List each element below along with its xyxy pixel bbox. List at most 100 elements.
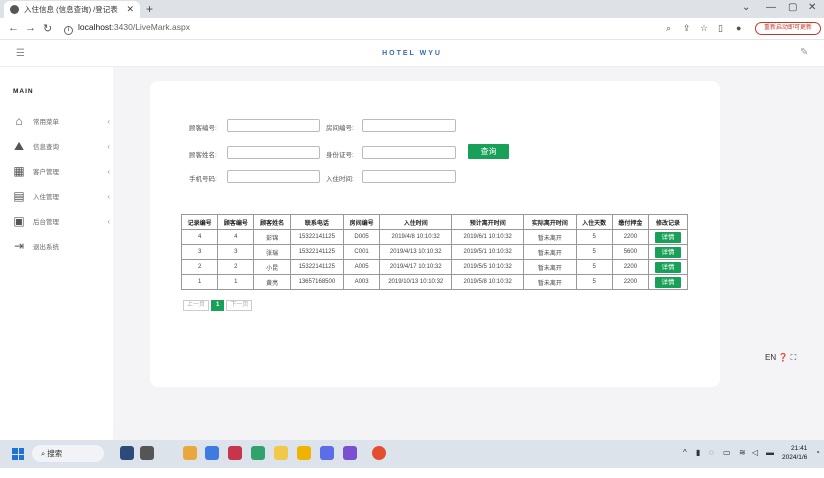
query-button[interactable]: 查询 (468, 144, 509, 159)
taskbar-clock[interactable]: 21:41 2024/1/6 (782, 444, 807, 462)
room-no-label: 房间编号: (326, 125, 354, 132)
col-header: 顾客编号 (217, 214, 255, 230)
chevron-left-icon: ‹ (107, 166, 110, 176)
taskbar-app-icon[interactable] (183, 446, 197, 460)
detail-button[interactable]: 详情 (655, 261, 681, 273)
file-explorer-icon[interactable] (297, 446, 311, 460)
cell-guest-name: 小昆 (253, 259, 291, 275)
page-number-button[interactable]: 1 (211, 300, 225, 311)
profile-icon[interactable]: ● (736, 23, 741, 33)
browser-update-button[interactable]: 重新启动即可更新 (755, 22, 821, 35)
checkin-time-input[interactable] (362, 170, 456, 183)
sidebar-item-label: 信息查询 (33, 144, 59, 151)
os-taskbar: ⌕ 搜索 ^ ▮ ◌ ▭ ≋ ◁ ▬ 21:41 2024/1/6 ◔ (0, 440, 824, 468)
taskbar-app-icon[interactable] (251, 446, 265, 460)
sidebar-item-common-menu[interactable]: ⌂ 常用菜单 ‹ (12, 112, 110, 130)
taskbar-app-icon[interactable] (228, 446, 242, 460)
battery-icon[interactable]: ▬ (766, 448, 774, 457)
zoom-icon[interactable]: ⌕ (666, 23, 671, 34)
forward-icon[interactable]: → (25, 22, 36, 34)
help-icon[interactable]: ❓ (778, 353, 788, 362)
url-host: localhost (78, 22, 112, 32)
url-field[interactable]: i localhost:3430/LiveMark.aspx (64, 22, 190, 35)
sidebar-item-admin[interactable]: ▣ 后台管理 ‹ (12, 212, 110, 230)
back-icon[interactable]: ← (8, 22, 19, 34)
room-no-input[interactable] (362, 119, 456, 132)
cell-action: 详情 (648, 229, 688, 245)
browser-tab[interactable]: 入住信息 (信息查询) /登记表 ✕ (4, 1, 140, 18)
volume-icon[interactable]: ◁ (752, 448, 758, 457)
notification-bell-icon[interactable]: ◔ (815, 448, 820, 457)
sidebar: MAIN ⌂ 常用菜单 ‹ ⛰ 信息查询 ‹ ▦ 客户管理 ‹ ▤ 入住管理 ‹… (0, 67, 113, 440)
windows-start-icon[interactable] (12, 448, 24, 460)
detail-button[interactable]: 详情 (655, 246, 681, 258)
cell-phone: 15322141125 (289, 229, 344, 245)
bookmark-star-icon[interactable]: ☆ (700, 23, 708, 34)
sidebar-item-checkin-mgmt[interactable]: ▤ 入住管理 ‹ (12, 187, 110, 205)
cell-guest-no: 1 (217, 274, 255, 290)
content-card: 顾客编号: 房间编号: 顾客姓名: 身份证号: 查询 手机号码: 入住时间: 记… (150, 81, 720, 387)
cell-deposit: 2200 (611, 274, 650, 290)
maximize-button[interactable]: ▢ (788, 2, 797, 13)
sidebar-item-logout[interactable]: ⇥ 退出系统 (12, 237, 110, 255)
taskbar-search[interactable]: ⌕ 搜索 (32, 445, 104, 462)
tray-app-icon[interactable]: ▮ (696, 448, 700, 457)
table-row: 1 1 黄亮 13657168500 A003 2019/10/13 10:10… (180, 274, 688, 290)
taskbar-app-icon[interactable] (320, 446, 334, 460)
clock-date: 2024/1/6 (782, 454, 808, 461)
detail-button[interactable]: 详情 (655, 276, 681, 288)
cell-room-no: A003 (342, 274, 381, 290)
keyboard-icon[interactable]: ▭ (723, 448, 731, 457)
cell-days: 5 (575, 259, 613, 275)
taskbar-app-icon[interactable] (205, 446, 219, 460)
app-header: ☰ HOTEL WYU ✎ (0, 41, 824, 67)
fullscreen-icon[interactable]: ⛶ (791, 353, 797, 362)
cell-deposit: 5600 (611, 244, 650, 260)
tab-favicon-icon (10, 5, 19, 14)
language-toggle[interactable]: EN (765, 353, 776, 362)
site-info-icon[interactable]: i (64, 26, 73, 35)
chevron-left-icon: ‹ (107, 141, 110, 151)
tray-chevron-icon[interactable]: ^ (683, 448, 687, 457)
next-page-button[interactable]: 下一页 (226, 300, 253, 311)
cell-action: 详情 (648, 244, 688, 260)
detail-button[interactable]: 详情 (655, 231, 681, 243)
phone-input[interactable] (227, 170, 320, 183)
cell-guest-name: 黄亮 (253, 274, 291, 290)
notification-icon[interactable]: ✎ (800, 47, 808, 58)
chrome-icon[interactable] (372, 446, 386, 460)
wifi-icon[interactable]: ≋ (739, 448, 746, 457)
tab-close-icon[interactable]: ✕ (126, 4, 134, 15)
tab-search-chevron-icon[interactable]: ⌄ (742, 2, 750, 13)
visual-studio-icon[interactable] (343, 446, 357, 460)
col-header: 缴付押金 (611, 214, 650, 230)
share-icon[interactable]: ⇪ (683, 23, 691, 34)
bottom-strip (0, 468, 824, 478)
sidebar-item-customer-mgmt[interactable]: ▦ 客户管理 ‹ (12, 162, 110, 180)
sidebar-item-info-query[interactable]: ⛰ 信息查询 ‹ (12, 137, 110, 155)
floating-tools: EN ❓ ⛶ (765, 353, 796, 363)
reload-icon[interactable]: ↻ (43, 22, 52, 35)
guest-name-input[interactable] (227, 146, 320, 159)
cell-actual-leave: 暂未离开 (523, 229, 577, 245)
cell-guest-no: 2 (217, 259, 255, 275)
sidebar-item-label: 后台管理 (33, 219, 59, 226)
cell-record-no: 2 (180, 259, 219, 275)
taskbar-widget-icon[interactable] (120, 446, 134, 460)
logout-icon: ⇥ (13, 239, 25, 253)
close-window-button[interactable]: ✕ (808, 2, 816, 13)
cell-expected-leave: 2019/5/1 10:10:32 (451, 244, 525, 260)
minimize-button[interactable]: — (766, 2, 776, 13)
cell-actual-leave: 暂未离开 (523, 274, 577, 290)
task-view-icon[interactable] (140, 446, 154, 460)
taskbar-app-icon[interactable] (274, 446, 288, 460)
guest-no-input[interactable] (227, 119, 320, 132)
tray-app-icon[interactable]: ◌ (709, 448, 714, 457)
cell-room-no: A005 (342, 259, 381, 275)
id-card-input[interactable] (362, 146, 456, 159)
sidebar-panel-icon[interactable]: ▯ (718, 23, 723, 34)
table-row: 2 2 小昆 15322141125 A005 2019/4/17 10:10:… (180, 259, 688, 275)
new-tab-button[interactable]: + (146, 2, 153, 16)
cell-checkin-time: 2019/10/13 10:10:32 (379, 274, 453, 290)
prev-page-button[interactable]: 上一页 (183, 300, 210, 311)
